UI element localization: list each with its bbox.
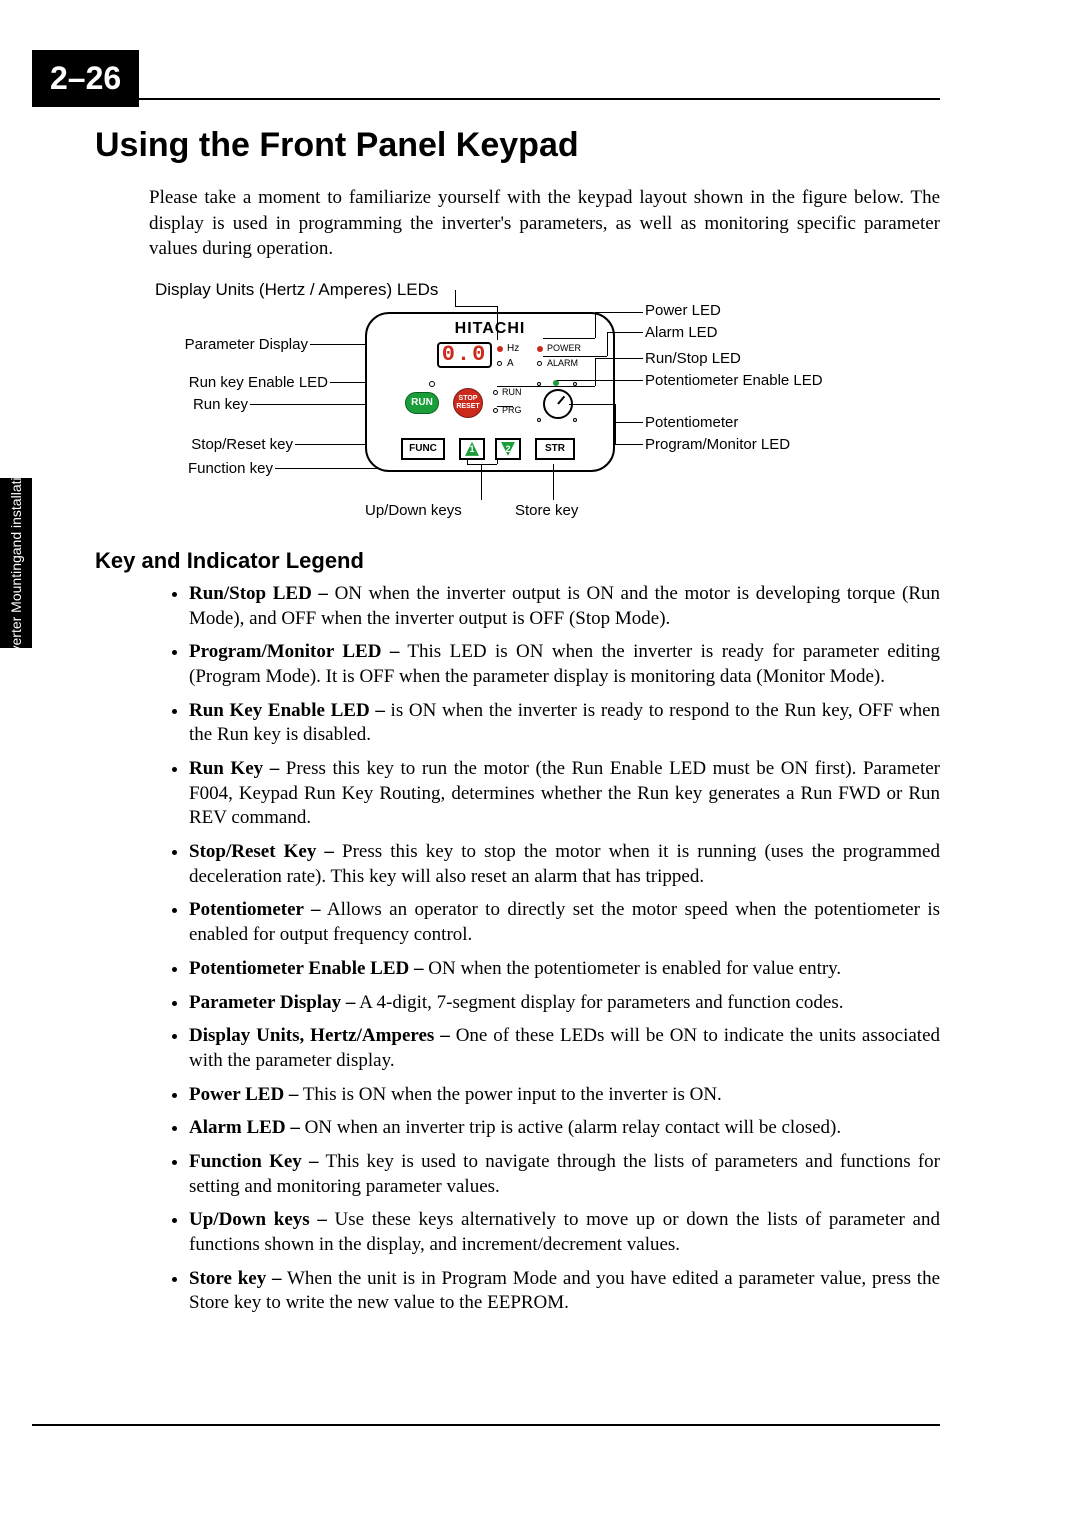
leader-line: [595, 358, 596, 386]
callout-pot-enable-led: Potentiometer Enable LED: [645, 372, 823, 389]
side-tab-text: Inverter Mountingand installation: [10, 462, 22, 664]
leader-line: [615, 444, 643, 445]
legend-item: Run Key – Press this key to run the moto…: [189, 757, 940, 831]
up-key-button[interactable]: 1: [459, 438, 485, 460]
legend-item: Store key – When the unit is in Program …: [189, 1267, 940, 1316]
header-rule: [32, 98, 940, 100]
callout-run-key: Run key: [153, 396, 248, 413]
callout-store-key: Store key: [515, 502, 578, 519]
amp-led-icon: [497, 361, 502, 366]
callout-alarm-led: Alarm LED: [645, 324, 718, 341]
callout-run-key-enable-led: Run key Enable LED: [153, 374, 328, 391]
legend-item: Program/Monitor LED – This LED is ON whe…: [189, 640, 940, 689]
leader-line: [607, 332, 643, 333]
legend-item: Stop/Reset Key – Press this key to stop …: [189, 840, 940, 889]
func-key-button[interactable]: FUNC: [401, 438, 445, 460]
legend-item: Run/Stop LED – ON when the inverter outp…: [189, 582, 940, 631]
pot-tick-icon: [537, 418, 541, 422]
leader-line: [275, 468, 385, 469]
pot-tick-icon: [573, 418, 577, 422]
callout-potentiometer: Potentiometer: [645, 414, 738, 431]
legend-item: Power LED – This is ON when the power in…: [189, 1083, 940, 1108]
up-arrow-icon: 1: [465, 442, 479, 456]
keypad-panel: HITACHI 0.0 Hz A POWER ALARM RUN STOP RE…: [365, 312, 615, 472]
leader-line: [595, 312, 643, 313]
leader-line: [615, 422, 643, 423]
brand-label: HITACHI: [367, 320, 613, 338]
stop-reset-button[interactable]: STOP RESET: [453, 388, 483, 418]
run-enable-led-icon: [429, 381, 435, 387]
power-led-icon: [537, 346, 543, 352]
legend-item: Up/Down keys – Use these keys alternativ…: [189, 1208, 940, 1257]
display-value: 0.0: [442, 342, 488, 367]
main-content: Using the Front Panel Keypad Please take…: [95, 120, 940, 1325]
legend-list: Run/Stop LED – ON when the inverter outp…: [175, 582, 940, 1316]
leader-line: [497, 460, 498, 464]
legend-item: Alarm LED – ON when an inverter trip is …: [189, 1116, 940, 1141]
leader-line: [557, 380, 643, 381]
alarm-led-icon: [537, 361, 542, 366]
leader-line: [455, 290, 456, 306]
leader-line: [455, 306, 497, 307]
parameter-display: 0.0: [437, 342, 492, 368]
run-key-button[interactable]: RUN: [405, 392, 439, 414]
hz-label: Hz: [507, 343, 519, 354]
leader-line: [497, 406, 513, 407]
callout-parameter-display: Parameter Display: [153, 336, 308, 353]
callout-up-down-keys: Up/Down keys: [365, 502, 462, 519]
callout-prg-monitor-led: Program/Monitor LED: [645, 436, 790, 453]
side-tab: Inverter Mountingand installation: [0, 478, 32, 648]
callout-function-key: Function key: [153, 460, 273, 477]
callout-run-stop-led: Run/Stop LED: [645, 350, 741, 367]
leader-line: [569, 404, 615, 405]
leader-line: [543, 356, 607, 357]
alarm-label: ALARM: [547, 358, 578, 368]
leader-line: [615, 406, 616, 444]
legend-item: Function Key – This key is used to navig…: [189, 1150, 940, 1199]
prg-led-icon: [493, 408, 498, 413]
down-key-button[interactable]: 2: [495, 438, 521, 460]
callout-power-led: Power LED: [645, 302, 721, 319]
run-led-icon: [493, 390, 498, 395]
leader-line: [607, 332, 608, 356]
run-led-label: RUN: [502, 387, 522, 397]
callout-stop-reset-key: Stop/Reset key: [153, 436, 293, 453]
leader-line: [497, 386, 595, 387]
amp-label: A: [507, 358, 514, 369]
leader-line: [543, 338, 595, 339]
leader-line: [595, 312, 596, 338]
store-key-button[interactable]: STR: [535, 438, 575, 460]
keypad-diagram: Parameter Display Run key Enable LED Run…: [155, 306, 875, 526]
leader-line: [467, 464, 497, 465]
hz-led-icon: [497, 346, 503, 352]
leader-line: [481, 464, 482, 500]
legend-item: Run Key Enable LED – is ON when the inve…: [189, 699, 940, 748]
leader-line: [553, 464, 554, 500]
footer-rule: [32, 1424, 940, 1426]
legend-item: Potentiometer – Allows an operator to di…: [189, 898, 940, 947]
intro-paragraph: Please take a moment to familiarize your…: [149, 185, 940, 262]
leader-line: [467, 460, 468, 464]
leader-line: [595, 358, 643, 359]
subsection-title: Key and Indicator Legend: [95, 548, 940, 574]
power-label: POWER: [547, 343, 581, 353]
leader-line: [497, 306, 498, 340]
legend-item: Display Units, Hertz/Amperes – One of th…: [189, 1024, 940, 1073]
legend-item: Parameter Display – A 4-digit, 7-segment…: [189, 991, 940, 1016]
diagram-title: Display Units (Hertz / Amperes) LEDs: [155, 280, 940, 300]
legend-item: Potentiometer Enable LED – ON when the p…: [189, 957, 940, 982]
section-title: Using the Front Panel Keypad: [95, 126, 940, 165]
down-arrow-icon: 2: [501, 442, 515, 456]
